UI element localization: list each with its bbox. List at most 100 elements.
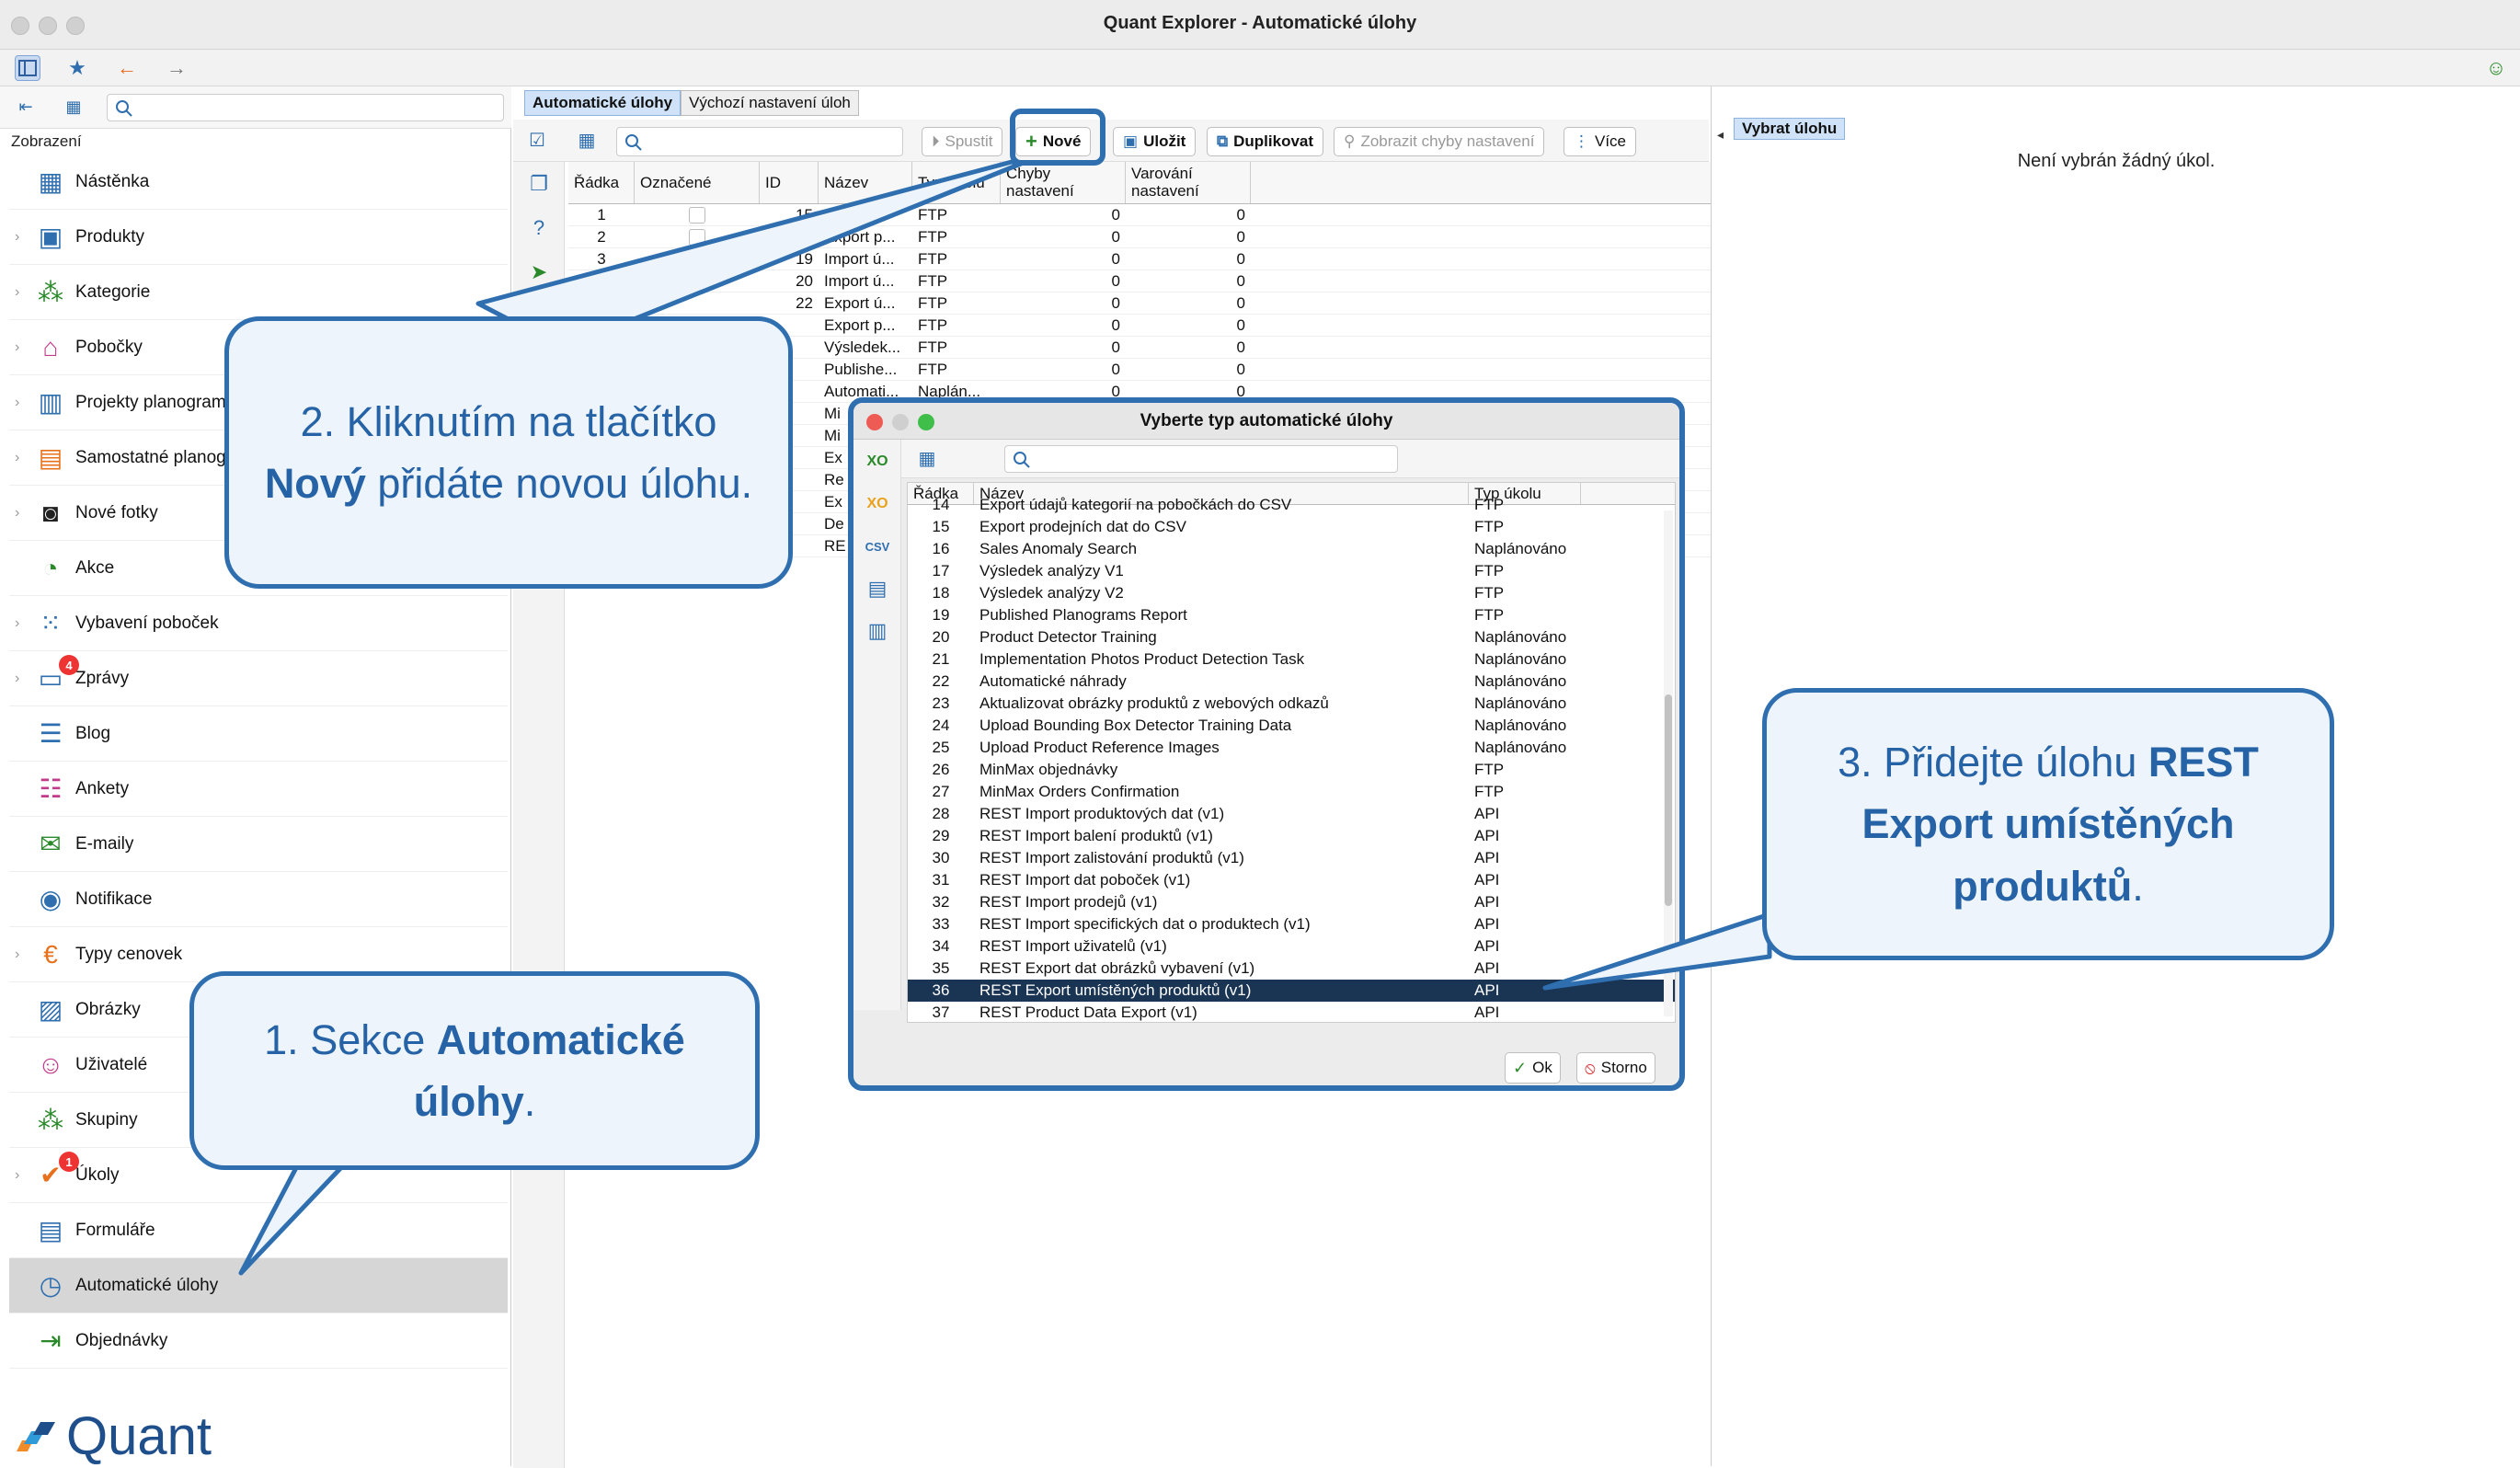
sidebar-item-11[interactable]: ☷ Ankety bbox=[9, 762, 508, 817]
dialog-table-row[interactable]: 28 REST Import produktových dat (v1) API bbox=[908, 803, 1675, 825]
tab-automatic-tasks[interactable]: Automatické úlohy bbox=[524, 90, 682, 116]
chevron-right-icon[interactable]: › bbox=[15, 450, 19, 466]
chevron-right-icon[interactable]: › bbox=[15, 615, 19, 632]
more-button[interactable]: ⋮ Více bbox=[1564, 127, 1637, 156]
dialog-search-input[interactable] bbox=[1004, 445, 1398, 473]
sidebar-item-9[interactable]: › ▭ 4 Zprávy bbox=[9, 651, 508, 706]
forward-arrow-icon[interactable]: → bbox=[164, 55, 189, 81]
smiley-feedback-icon[interactable]: ☺ bbox=[2483, 55, 2509, 81]
col-header-id[interactable]: ID bbox=[760, 162, 819, 203]
xml-import-icon[interactable]: XO bbox=[865, 491, 890, 517]
sidebar-item-0[interactable]: ▦ Nástěnka bbox=[9, 155, 508, 210]
pointer-icon[interactable]: ➤ bbox=[526, 259, 552, 285]
col-header-config-errors[interactable]: Chyby nastavení bbox=[1001, 162, 1126, 203]
dialog-table-row[interactable]: 22 Automatické náhrady Naplánováno bbox=[908, 671, 1675, 693]
dialog-table-row[interactable]: 23 Aktualizovat obrázky produktů z webový… bbox=[908, 693, 1675, 715]
xml-export-icon[interactable]: XO bbox=[865, 449, 890, 475]
dialog-table-row[interactable]: 30 REST Import zalistování produktů (v1) A… bbox=[908, 847, 1675, 869]
dialog-table-row[interactable]: 20 Product Detector Training Naplánováno bbox=[908, 626, 1675, 648]
save-button[interactable]: ▣ Uložit bbox=[1113, 127, 1197, 156]
col-header-row[interactable]: Řádka bbox=[568, 162, 635, 203]
sidebar-item-21[interactable]: ⇥ Objednávky bbox=[9, 1313, 508, 1369]
dialog-table-row[interactable]: 33 REST Import specifických dat o produkt… bbox=[908, 913, 1675, 935]
col-header-type[interactable]: Typ úkolu bbox=[912, 162, 1001, 203]
dialog-close-button[interactable] bbox=[866, 414, 883, 430]
chevron-right-icon[interactable]: › bbox=[15, 671, 19, 687]
duplicate-button[interactable]: ⧉ Duplikovat bbox=[1207, 127, 1324, 156]
favorites-star-icon[interactable]: ★ bbox=[64, 55, 90, 81]
sidebar-item-20[interactable]: ◷ Automatické úlohy bbox=[9, 1258, 508, 1313]
dialog-zoom-button[interactable] bbox=[918, 414, 934, 430]
task-search-input[interactable] bbox=[616, 127, 903, 156]
row-checkbox[interactable] bbox=[689, 228, 705, 246]
row-checkbox[interactable] bbox=[689, 250, 705, 268]
sidebar-item-13[interactable]: ◉ Notifikace bbox=[9, 872, 508, 927]
collapse-arrow-icon[interactable]: ◂ bbox=[1717, 127, 1724, 143]
dialog-table-row[interactable]: 29 REST Import balení produktů (v1) API bbox=[908, 825, 1675, 847]
dialog-table-row[interactable]: 35 REST Export dat obrázků vybavení (v1) A… bbox=[908, 958, 1675, 980]
collapse-tree-icon[interactable]: ⇤ bbox=[13, 94, 39, 120]
dialog-table-row[interactable]: 19 Published Planograms Report FTP bbox=[908, 604, 1675, 626]
row-checkbox[interactable] bbox=[689, 206, 705, 224]
table-settings-icon[interactable]: ▦ bbox=[914, 445, 940, 471]
dialog-table-row[interactable]: 15 Export prodejních dat do CSV FTP bbox=[908, 516, 1675, 538]
dialog-table-row[interactable]: 37 REST Product Data Export (v1) API bbox=[908, 1002, 1675, 1022]
table-row[interactable]: 4 20 Import ú... FTP 0 0 bbox=[568, 270, 1760, 292]
dialog-table-row[interactable]: 26 MinMax objednávky FTP bbox=[908, 759, 1675, 781]
dialog-table-row[interactable]: 36 REST Export umístěných produktů (v1) AP… bbox=[908, 980, 1675, 1002]
dialog-table-row[interactable]: 21 Implementation Photos Product Detectio… bbox=[908, 648, 1675, 671]
sidebar-toggle-icon[interactable] bbox=[15, 55, 40, 81]
checklist-icon[interactable]: ☑ bbox=[524, 127, 550, 153]
chevron-right-icon[interactable]: › bbox=[15, 284, 19, 301]
chevron-right-icon[interactable]: › bbox=[15, 339, 19, 356]
dialog-table-row[interactable]: 31 REST Import dat poboček (v1) API bbox=[908, 869, 1675, 891]
dialog-table-row[interactable]: 32 REST Import prodejů (v1) API bbox=[908, 891, 1675, 913]
col-header-config-warnings[interactable]: Varování nastavení bbox=[1126, 162, 1251, 203]
sidebar-item-2[interactable]: › ⁂ Kategorie bbox=[9, 265, 508, 320]
table-row[interactable]: 2 18 Export p... FTP 0 0 bbox=[568, 226, 1760, 248]
table-row[interactable]: 22 Export ú... FTP 0 0 bbox=[568, 292, 1760, 315]
sidebar-item-19[interactable]: ▤ Formuláře bbox=[9, 1203, 508, 1258]
sidebar-item-10[interactable]: ☰ Blog bbox=[9, 706, 508, 762]
help-icon[interactable]: ? bbox=[526, 215, 552, 241]
table-row[interactable]: 3 19 Import ú... FTP 0 0 bbox=[568, 248, 1760, 270]
report-icon[interactable]: ▤ bbox=[865, 576, 890, 602]
chevron-right-icon[interactable]: › bbox=[15, 229, 19, 246]
chevron-right-icon[interactable]: › bbox=[15, 1167, 19, 1184]
dialog-table-row[interactable]: 18 Výsledek analýzy V2 FTP bbox=[908, 582, 1675, 604]
dialog-table-row[interactable]: 16 Sales Anomaly Search Naplánováno bbox=[908, 538, 1675, 560]
ok-button[interactable]: ✓ Ok bbox=[1505, 1052, 1561, 1084]
dialog-table-row[interactable]: 14 Export údajů kategorií na pobočkách do… bbox=[908, 494, 1675, 516]
left-search-input[interactable] bbox=[107, 94, 504, 121]
cell-name: Výsledek... bbox=[824, 338, 901, 356]
dialog-table-row[interactable]: 17 Výsledek analýzy V1 FTP bbox=[908, 560, 1675, 582]
sidebar-item-1[interactable]: › ▣ Produkty bbox=[9, 210, 508, 265]
csv-icon[interactable]: CSV bbox=[865, 533, 890, 559]
scrollbar-thumb[interactable] bbox=[1665, 694, 1672, 906]
sidebar-item-12[interactable]: ✉ E-maily bbox=[9, 817, 508, 872]
dialog-table-row[interactable]: 27 MinMax Orders Confirmation FTP bbox=[908, 781, 1675, 803]
dialog-minimize-button[interactable] bbox=[892, 414, 909, 430]
chevron-right-icon[interactable]: › bbox=[15, 395, 19, 411]
dialog-table-row[interactable]: 25 Upload Product Reference Images Napláno… bbox=[908, 737, 1675, 759]
cancel-button[interactable]: ⦸ Storno bbox=[1576, 1052, 1655, 1084]
dialog-scrollbar[interactable] bbox=[1664, 510, 1673, 1016]
tab-select-task[interactable]: Vybrat úlohu bbox=[1734, 118, 1846, 140]
copy-icon[interactable]: ❐ bbox=[526, 171, 552, 197]
chevron-right-icon[interactable]: › bbox=[15, 946, 19, 963]
table-settings-icon[interactable]: ▦ bbox=[574, 127, 600, 153]
col-header-marked[interactable]: Označené bbox=[635, 162, 760, 203]
run-button[interactable]: ⏵ Spustit bbox=[922, 127, 1003, 156]
dialog-table-row[interactable]: 34 REST Import uživatelů (v1) API bbox=[908, 935, 1675, 958]
show-config-errors-button[interactable]: ⚲ Zobrazit chyby nastavení bbox=[1334, 127, 1545, 156]
sidebar-item-8[interactable]: › ⁙ Vybavení poboček bbox=[9, 596, 508, 651]
row-checkbox[interactable] bbox=[689, 272, 705, 290]
table-row[interactable]: 1 15 Import ... FTP 0 0 bbox=[568, 204, 1760, 226]
chevron-right-icon[interactable]: › bbox=[15, 505, 19, 522]
bar-chart-icon[interactable]: ▥ bbox=[865, 618, 890, 644]
table-settings-icon[interactable]: ▦ bbox=[61, 94, 86, 120]
col-header-name[interactable]: Název bbox=[819, 162, 912, 203]
dialog-table-row[interactable]: 24 Upload Bounding Box Detector Training … bbox=[908, 715, 1675, 737]
tab-default-task-settings[interactable]: Výchozí nastavení úloh bbox=[681, 90, 859, 116]
back-arrow-icon[interactable]: ← bbox=[114, 55, 140, 81]
